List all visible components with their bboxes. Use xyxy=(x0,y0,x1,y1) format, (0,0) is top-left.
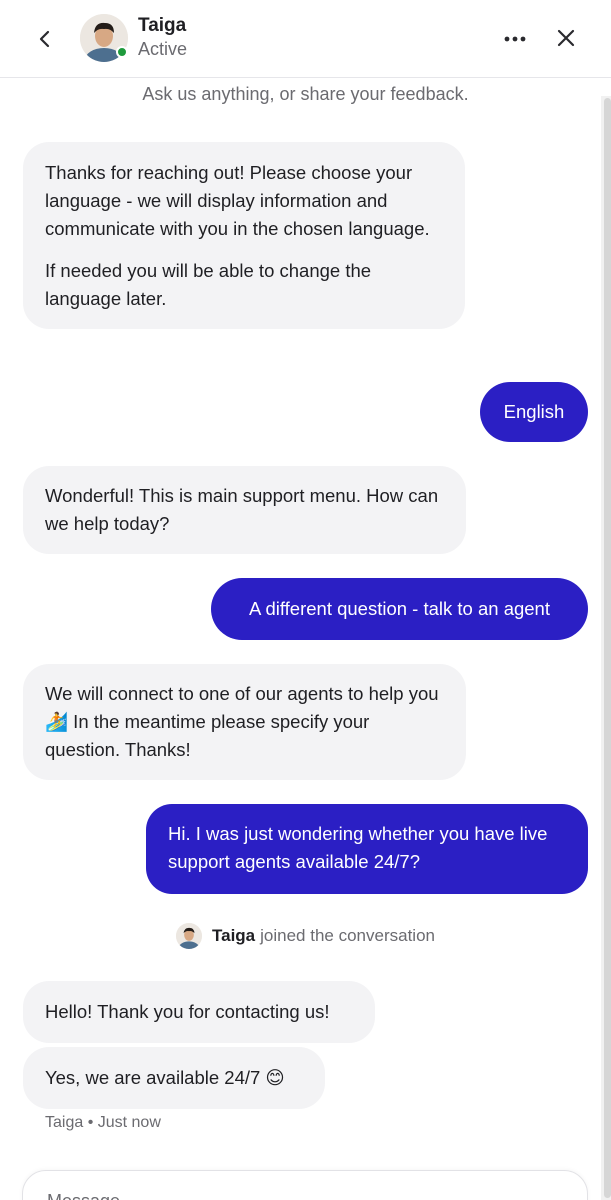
user-message: Hi. I was just wondering whether you hav… xyxy=(146,804,588,894)
back-chevron-icon xyxy=(39,30,50,48)
agent-status: Active xyxy=(138,39,188,59)
message-text: Wonderful! This is main support menu. Ho… xyxy=(45,485,439,534)
chat-widget: Taiga Active Ask us anything, or share y… xyxy=(0,0,611,1200)
agent-message: Hello! Thank you for contacting us! xyxy=(23,981,375,1043)
chat-header: Taiga Active xyxy=(0,0,611,78)
online-status-dot xyxy=(116,46,128,58)
more-options-button[interactable] xyxy=(498,24,532,54)
bot-message: Thanks for reaching out! Please choose y… xyxy=(23,142,465,329)
agent-message: Yes, we are available 24/7 😊 xyxy=(23,1047,325,1109)
message-text: Yes, we are available 24/7 😊 xyxy=(45,1067,285,1088)
message-paragraph: If needed you will be able to change the… xyxy=(45,260,372,309)
bot-message: Wonderful! This is main support menu. Ho… xyxy=(23,466,466,554)
close-icon xyxy=(557,29,575,47)
message-composer[interactable] xyxy=(22,1170,588,1200)
surfer-emoji: 🏄 xyxy=(45,711,69,732)
message-text: Hi. I was just wondering whether you hav… xyxy=(168,823,548,872)
user-message: English xyxy=(480,382,588,442)
agent-joined-notice: Taiga joined the conversation xyxy=(176,922,435,950)
scrollbar-thumb[interactable] xyxy=(604,98,611,1198)
agent-avatar xyxy=(80,14,128,62)
user-message: A different question - talk to an agent xyxy=(211,578,588,640)
message-text: Hello! Thank you for contacting us! xyxy=(45,1001,330,1022)
more-dots-icon xyxy=(504,36,526,42)
message-text: A different question - talk to an agent xyxy=(248,598,550,619)
agent-avatar-small xyxy=(176,923,202,949)
bot-message: We will connect to one of our agents to … xyxy=(23,664,466,780)
message-text: In the meantime please specify your ques… xyxy=(45,711,370,760)
message-text: We will connect to one of our agents to … xyxy=(45,683,439,704)
message-paragraph: Thanks for reaching out! Please choose y… xyxy=(45,162,430,239)
message-meta: Taiga • Just now xyxy=(45,1114,161,1131)
back-button[interactable] xyxy=(32,24,58,54)
message-text: English xyxy=(503,401,565,422)
chat-subtitle: Ask us anything, or share your feedback. xyxy=(142,84,469,104)
close-button[interactable] xyxy=(550,22,582,54)
message-input[interactable] xyxy=(47,1187,547,1200)
joined-text: joined the conversation xyxy=(260,926,435,945)
agent-name: Taiga xyxy=(138,15,187,36)
joined-agent-name: Taiga xyxy=(212,926,256,945)
